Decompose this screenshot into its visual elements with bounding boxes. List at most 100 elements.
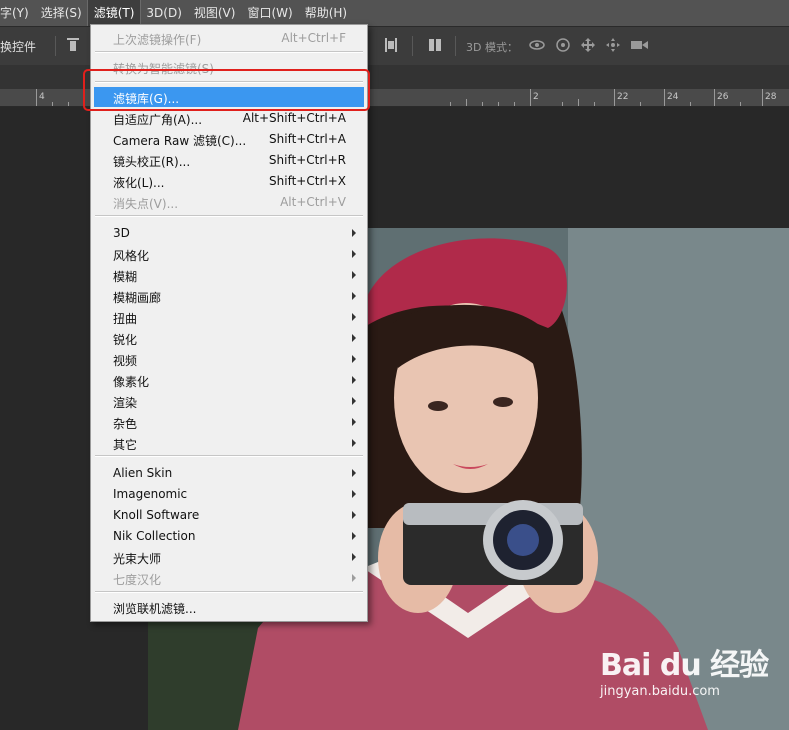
ruler-tick (450, 102, 451, 106)
menu-item-last-filter: 上次滤镜操作(F) Alt+Ctrl+F (94, 28, 364, 48)
ruler-label: 26 (717, 92, 729, 102)
submenu-arrow-icon (352, 418, 356, 426)
submenu-arrow-icon (352, 469, 356, 477)
align-top-icon[interactable] (66, 37, 80, 53)
ruler-tick (498, 102, 499, 106)
menu-separator (95, 51, 363, 53)
menu-help[interactable]: 帮助(H) (299, 0, 353, 26)
menu-3d[interactable]: 3D(D) (140, 0, 187, 26)
submenu-blur[interactable]: 模糊 (94, 265, 364, 285)
menu-item-liquify[interactable]: 液化(L)... Shift+Ctrl+X (94, 171, 364, 191)
menu-type[interactable]: 字(Y) (0, 0, 35, 26)
menu-item-label: 杂色 (113, 417, 138, 431)
distribute-horizontal-icon[interactable] (384, 37, 398, 53)
submenu-arrow-icon (352, 355, 356, 363)
menu-item-browse-online-filters[interactable]: 浏览联机滤镜... (94, 597, 364, 617)
separator (455, 36, 456, 56)
3d-orbit-icon[interactable] (528, 37, 546, 53)
menu-item-label: 消失点(V)... (113, 197, 179, 211)
ruler-tick (514, 102, 515, 106)
filter-menu-dropdown: 上次滤镜操作(F) Alt+Ctrl+F 转换为智能滤镜(S) 滤镜库(G)..… (90, 24, 368, 622)
submenu-arrow-icon (352, 397, 356, 405)
ruler-label: 22 (617, 92, 629, 102)
submenu-alien-skin[interactable]: Alien Skin (94, 463, 364, 483)
menu-filter[interactable]: 滤镜(T) (86, 0, 142, 27)
submenu-stylize[interactable]: 风格化 (94, 244, 364, 264)
menu-item-label: Imagenomic (113, 487, 188, 501)
menu-item-label: 镜头校正(R)... (113, 155, 191, 169)
ruler-tick (714, 89, 715, 106)
menu-item-label: 风格化 (113, 249, 150, 263)
menu-item-lens-correction[interactable]: 镜头校正(R)... Shift+Ctrl+R (94, 150, 364, 170)
menu-item-shortcut: Shift+Ctrl+X (269, 174, 346, 188)
submenu-distort[interactable]: 扭曲 (94, 307, 364, 327)
menu-item-label: 渲染 (113, 396, 138, 410)
watermark-url: jingyan.baidu.com (600, 684, 720, 699)
3d-scale-camera-icon[interactable] (630, 37, 650, 53)
menu-item-label: 3D (113, 226, 130, 240)
ruler-tick (762, 89, 763, 106)
submenu-blur-gallery[interactable]: 模糊画廊 (94, 286, 364, 306)
ruler-tick (578, 99, 579, 106)
ruler-tick (640, 102, 641, 106)
3d-roll-icon[interactable] (555, 37, 571, 53)
menu-separator (95, 591, 363, 593)
3d-pan-icon[interactable] (580, 37, 596, 53)
ruler-tick (482, 102, 483, 106)
ruler-tick (740, 102, 741, 106)
menu-select[interactable]: 选择(S) (35, 0, 88, 26)
submenu-other[interactable]: 其它 (94, 433, 364, 453)
menu-item-label: 自适应广角(A)... (113, 113, 203, 127)
submenu-pixelate[interactable]: 像素化 (94, 370, 364, 390)
submenu-arrow-icon (352, 553, 356, 561)
menu-item-label: 其它 (113, 438, 138, 452)
menu-view[interactable]: 视图(V) (188, 0, 242, 26)
menu-item-shortcut: Shift+Ctrl+A (269, 132, 346, 146)
menu-item-label: 浏览联机滤镜... (113, 602, 197, 616)
menu-item-shortcut: Alt+Ctrl+V (280, 195, 346, 209)
menu-item-label: 像素化 (113, 375, 150, 389)
submenu-arrow-icon (352, 271, 356, 279)
menu-separator (95, 215, 363, 217)
menu-item-label: 锐化 (113, 333, 138, 347)
submenu-arrow-icon (352, 229, 356, 237)
auto-align-icon[interactable] (428, 37, 442, 53)
submenu-arrow-icon (352, 292, 356, 300)
3d-slide-icon[interactable] (605, 37, 621, 53)
submenu-video[interactable]: 视频 (94, 349, 364, 369)
baidu-watermark: Bai du 经验 jingyan.baidu.com (600, 640, 769, 699)
ruler-tick (36, 89, 37, 106)
submenu-arrow-icon (352, 574, 356, 582)
menu-item-label: 上次滤镜操作(F) (113, 33, 202, 47)
menu-item-shortcut: Alt+Ctrl+F (281, 31, 346, 45)
submenu-arrow-icon (352, 376, 356, 384)
menu-item-camera-raw[interactable]: Camera Raw 滤镜(C)... Shift+Ctrl+A (94, 129, 364, 149)
submenu-render[interactable]: 渲染 (94, 391, 364, 411)
submenu-knoll-software[interactable]: Knoll Software (94, 505, 364, 525)
ruler-tick (52, 102, 53, 106)
3d-mode-label: 3D 模式： (466, 41, 518, 54)
separator (55, 36, 56, 56)
submenu-sharpen[interactable]: 锐化 (94, 328, 364, 348)
menu-item-label: 模糊画廊 (113, 291, 162, 305)
menu-window[interactable]: 窗口(W) (241, 0, 298, 26)
submenu-arrow-icon (352, 532, 356, 540)
menu-item-adaptive-wide-angle[interactable]: 自适应广角(A)... Alt+Shift+Ctrl+A (94, 108, 364, 128)
menu-separator (95, 455, 363, 457)
submenu-noise[interactable]: 杂色 (94, 412, 364, 432)
ruler-label: 4 (39, 92, 45, 102)
submenu-arrow-icon (352, 439, 356, 447)
transform-controls-label[interactable]: 换控件 (0, 38, 36, 55)
menu-item-label: 七度汉化 (113, 573, 162, 587)
ruler-label: 2 (533, 92, 539, 102)
ruler-tick (664, 89, 665, 106)
submenu-3d[interactable]: 3D (94, 223, 364, 243)
submenu-nik-collection[interactable]: Nik Collection (94, 526, 364, 546)
ruler-label: 24 (667, 92, 679, 102)
ruler-tick (466, 99, 467, 106)
menu-item-label: Knoll Software (113, 508, 200, 522)
watermark-brand: Bai du 经验 (600, 648, 769, 683)
submenu-imagenomic[interactable]: Imagenomic (94, 484, 364, 504)
submenu-beam-master[interactable]: 光束大师 (94, 547, 364, 567)
submenu-arrow-icon (352, 490, 356, 498)
